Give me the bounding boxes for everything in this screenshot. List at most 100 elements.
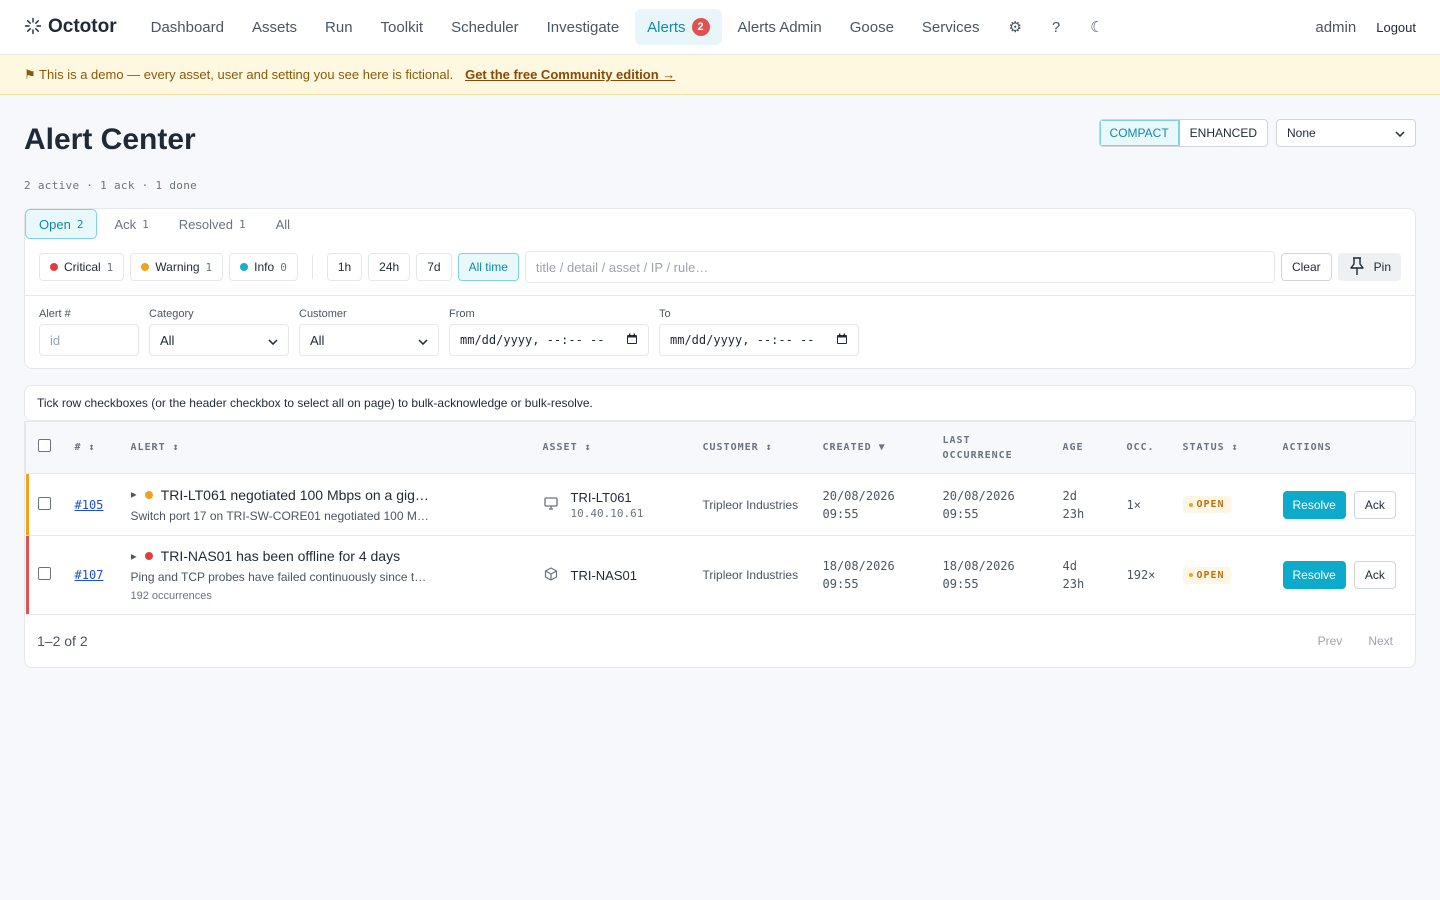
severity-warning-filter[interactable]: Warning 1 <box>130 253 224 281</box>
help-icon[interactable]: ? <box>1039 10 1073 45</box>
enhanced-view-button[interactable]: ENHANCED <box>1180 120 1267 146</box>
resolve-button[interactable]: Resolve <box>1282 490 1346 519</box>
alert-title-row[interactable]: ▶ TRI-NAS01 has been offline for 4 days <box>131 548 519 564</box>
last-time: 09:55 <box>942 506 979 521</box>
nav-run[interactable]: Run <box>313 10 365 45</box>
time-range-all[interactable]: All time <box>457 253 519 281</box>
alert-title-row[interactable]: ▶ TRI-LT061 negotiated 100 Mbps on a gig… <box>131 487 519 503</box>
alerts-table: # ↕ ALERT ↕ ASSET ↕ CUSTOMER ↕ CREATED ▼… <box>24 421 1416 668</box>
tab-label: Open <box>39 216 71 232</box>
time-range-7d[interactable]: 7d <box>416 253 452 281</box>
nav-investigate[interactable]: Investigate <box>535 10 632 45</box>
nav-label: Scheduler <box>451 18 519 36</box>
ack-button[interactable]: Ack <box>1353 561 1396 589</box>
status-badge: OPEN <box>1182 566 1231 584</box>
created-date: 18/08/2026 <box>822 559 895 573</box>
to-field: To mm/dd/yyyy, --:-- -- <box>659 308 859 356</box>
tab-count: 1 <box>142 217 149 231</box>
header-asset[interactable]: ASSET ↕ <box>530 421 691 474</box>
expand-caret-icon[interactable]: ▶ <box>131 490 137 499</box>
header-occurrences: OCC. <box>1114 421 1171 474</box>
resolve-button[interactable]: Resolve <box>1282 561 1346 589</box>
last-occurrence-cell: 18/08/2026 09:55 <box>930 535 1051 615</box>
nav-dashboard[interactable]: Dashboard <box>139 10 236 45</box>
severity-critical-filter[interactable]: Critical 1 <box>39 253 125 281</box>
logout-button[interactable]: Logout <box>1376 20 1416 35</box>
asset-name[interactable]: TRI-NAS01 <box>571 568 637 583</box>
clear-button[interactable]: Clear <box>1280 253 1332 281</box>
asset-name[interactable]: TRI-LT061 <box>571 490 644 505</box>
critical-dot-icon <box>50 263 58 271</box>
pin-button[interactable]: Pin <box>1337 253 1401 281</box>
tab-count: 2 <box>76 217 84 231</box>
tab-open[interactable]: Open 2 <box>25 209 98 239</box>
id-cell: #107 <box>62 535 119 615</box>
header-actions: ACTIONS <box>1270 421 1415 474</box>
occurrences-cell: 192× <box>1114 535 1171 615</box>
select-all-checkbox[interactable] <box>38 438 51 452</box>
nav-items: Dashboard Assets Run Toolkit Scheduler I… <box>139 9 1117 45</box>
nav-scheduler[interactable]: Scheduler <box>439 10 531 45</box>
header-alert[interactable]: ALERT ↕ <box>118 421 531 474</box>
status-label: OPEN <box>1196 569 1225 581</box>
nav-assets[interactable]: Assets <box>240 10 309 45</box>
prev-page-button[interactable]: Prev <box>1308 628 1353 654</box>
field-label: Customer <box>299 308 347 320</box>
tab-ack[interactable]: Ack 1 <box>101 209 161 239</box>
group-by-select[interactable]: None <box>1276 119 1416 147</box>
calendar-icon[interactable] <box>626 333 638 348</box>
asset-ip: 10.40.10.61 <box>570 506 644 520</box>
last-occurrence-cell: 20/08/2026 09:55 <box>930 473 1051 536</box>
tab-resolved[interactable]: Resolved 1 <box>166 209 259 239</box>
nav-toolkit[interactable]: Toolkit <box>369 10 436 45</box>
box-icon <box>543 566 559 585</box>
actions-cell: Resolve Ack <box>1270 473 1415 536</box>
header-customer[interactable]: CUSTOMER ↕ <box>690 421 811 474</box>
nav-alerts-admin[interactable]: Alerts Admin <box>726 10 834 45</box>
expand-caret-icon[interactable]: ▶ <box>131 552 137 561</box>
category-select[interactable]: All <box>149 324 289 356</box>
header-status[interactable]: STATUS ↕ <box>1170 421 1271 474</box>
compact-view-button[interactable]: COMPACT <box>1099 120 1180 146</box>
moon-icon[interactable]: ☾ <box>1077 9 1116 45</box>
tab-all[interactable]: All <box>263 209 303 239</box>
status-cell: OPEN <box>1170 473 1271 536</box>
header-created[interactable]: CREATED ▼ <box>810 421 931 474</box>
age-cell: 4d 23h <box>1050 535 1115 615</box>
search-input[interactable] <box>524 251 1275 283</box>
time-range-1h[interactable]: 1h <box>326 253 363 281</box>
alert-id-link[interactable]: #107 <box>75 568 104 582</box>
alert-number-input[interactable]: id <box>39 324 139 356</box>
row-checkbox[interactable] <box>37 496 51 510</box>
alert-cell: ▶ TRI-LT061 negotiated 100 Mbps on a gig… <box>118 473 531 536</box>
advanced-filters: Alert # id Category All Customer All Fro… <box>25 296 1415 368</box>
from-datetime-input[interactable]: mm/dd/yyyy, --:-- -- <box>449 324 649 356</box>
datetime-value: mm/dd/yyyy, --:-- -- <box>670 333 815 347</box>
ack-button[interactable]: Ack <box>1353 490 1396 519</box>
datetime-value: mm/dd/yyyy, --:-- -- <box>460 333 605 347</box>
severity-info-filter[interactable]: Info 0 <box>229 253 298 281</box>
to-datetime-input[interactable]: mm/dd/yyyy, --:-- -- <box>659 324 859 356</box>
top-navigation: Octotor Dashboard Assets Run Toolkit Sch… <box>0 0 1440 55</box>
view-controls: COMPACT ENHANCED None <box>1098 119 1416 147</box>
customer-select[interactable]: All <box>299 324 439 356</box>
nav-services[interactable]: Services <box>910 10 992 45</box>
alert-detail: Switch port 17 on TRI-SW-CORE01 negotiat… <box>130 508 429 523</box>
calendar-icon[interactable] <box>836 333 848 348</box>
age-hours: 23h <box>1062 506 1085 521</box>
nav-goose[interactable]: Goose <box>838 10 906 45</box>
row-checkbox[interactable] <box>37 567 51 580</box>
field-label: From <box>449 308 475 320</box>
next-page-button[interactable]: Next <box>1358 628 1403 654</box>
community-edition-link[interactable]: Get the free Community edition → <box>465 67 675 82</box>
time-range-24h[interactable]: 24h <box>368 253 411 281</box>
brand[interactable]: Octotor <box>24 16 117 38</box>
header-id[interactable]: # ↕ <box>62 421 119 474</box>
alert-id-link[interactable]: #105 <box>75 498 104 512</box>
nav-alerts[interactable]: Alerts 2 <box>635 9 722 45</box>
bulk-action-hint: Tick row checkboxes (or the header check… <box>24 385 1416 421</box>
header-last-occurrence: LAST OCCURRENCE <box>930 421 1051 474</box>
id-cell: #105 <box>62 473 119 536</box>
occurrences-note: 192 occurrences <box>130 590 212 602</box>
gear-icon[interactable]: ⚙ <box>995 9 1034 45</box>
